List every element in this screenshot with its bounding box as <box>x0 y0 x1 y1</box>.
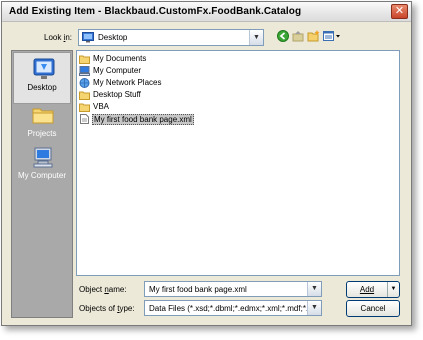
back-icon[interactable] <box>276 30 290 44</box>
cancel-button[interactable]: Cancel <box>346 300 400 317</box>
object-type-value: Data Files (*.xsd;*.dbml;*.edmx;*.xml;*.… <box>149 304 307 313</box>
file-name: My Computer <box>93 66 142 75</box>
desktop-icon <box>82 32 94 43</box>
chevron-down-icon[interactable]: ▼ <box>307 301 321 315</box>
dialog-title: Add Existing Item - Blackbaud.CustomFx.F… <box>9 6 302 17</box>
chevron-down-icon[interactable]: ▼ <box>249 30 263 45</box>
desktop-icon <box>33 58 55 79</box>
title-bar[interactable]: Add Existing Item - Blackbaud.CustomFx.F… <box>2 2 411 22</box>
xml-file-icon <box>80 114 89 124</box>
file-list[interactable]: My Documents My Computer My Network Plac… <box>76 50 400 276</box>
places-item-my-computer[interactable]: My Computer <box>13 141 71 193</box>
my-computer-icon <box>33 147 53 168</box>
object-name-value: My first food bank page.xml <box>149 285 247 294</box>
object-type-combo[interactable]: Data Files (*.xsd;*.dbml;*.edmx;*.xml;*.… <box>144 300 322 316</box>
file-name: My Network Places <box>93 78 162 87</box>
folder-icon <box>79 103 90 112</box>
object-type-label: Objects of type: <box>79 304 135 313</box>
places-bar: Desktop Projects My Computer <box>11 50 73 318</box>
object-name-combo[interactable]: My first food bank page.xml ▼ <box>144 281 322 297</box>
look-in-value: Desktop <box>98 33 128 42</box>
object-name-label: Object name: <box>79 285 127 294</box>
places-label-my-computer: My Computer <box>17 171 66 180</box>
file-name: Desktop Stuff <box>93 90 141 99</box>
add-existing-item-dialog: Add Existing Item - Blackbaud.CustomFx.F… <box>1 1 412 326</box>
places-item-desktop[interactable]: Desktop <box>13 52 71 104</box>
file-name: VBA <box>93 102 110 111</box>
network-icon <box>79 78 90 88</box>
folder-icon <box>32 108 54 124</box>
close-button[interactable]: ✕ <box>391 4 408 19</box>
places-label-projects: Projects <box>27 129 57 138</box>
new-folder-icon[interactable] <box>306 30 320 44</box>
look-in-label: Look in: <box>44 33 73 42</box>
add-button[interactable]: Add ▼ <box>346 281 400 298</box>
add-button-label: Add <box>359 285 375 294</box>
my-computer-icon <box>79 66 90 76</box>
places-label-desktop: Desktop <box>27 83 57 92</box>
up-folder-icon[interactable] <box>291 30 305 44</box>
file-name: My first food bank page.xml <box>92 114 194 125</box>
look-in-combo[interactable]: Desktop ▼ <box>78 29 264 46</box>
file-name: My Documents <box>93 54 147 63</box>
folder-icon <box>79 55 90 64</box>
chevron-down-icon[interactable]: ▼ <box>307 282 321 296</box>
views-icon[interactable] <box>322 30 342 44</box>
folder-icon <box>79 91 90 100</box>
chevron-down-icon[interactable]: ▼ <box>387 282 399 297</box>
